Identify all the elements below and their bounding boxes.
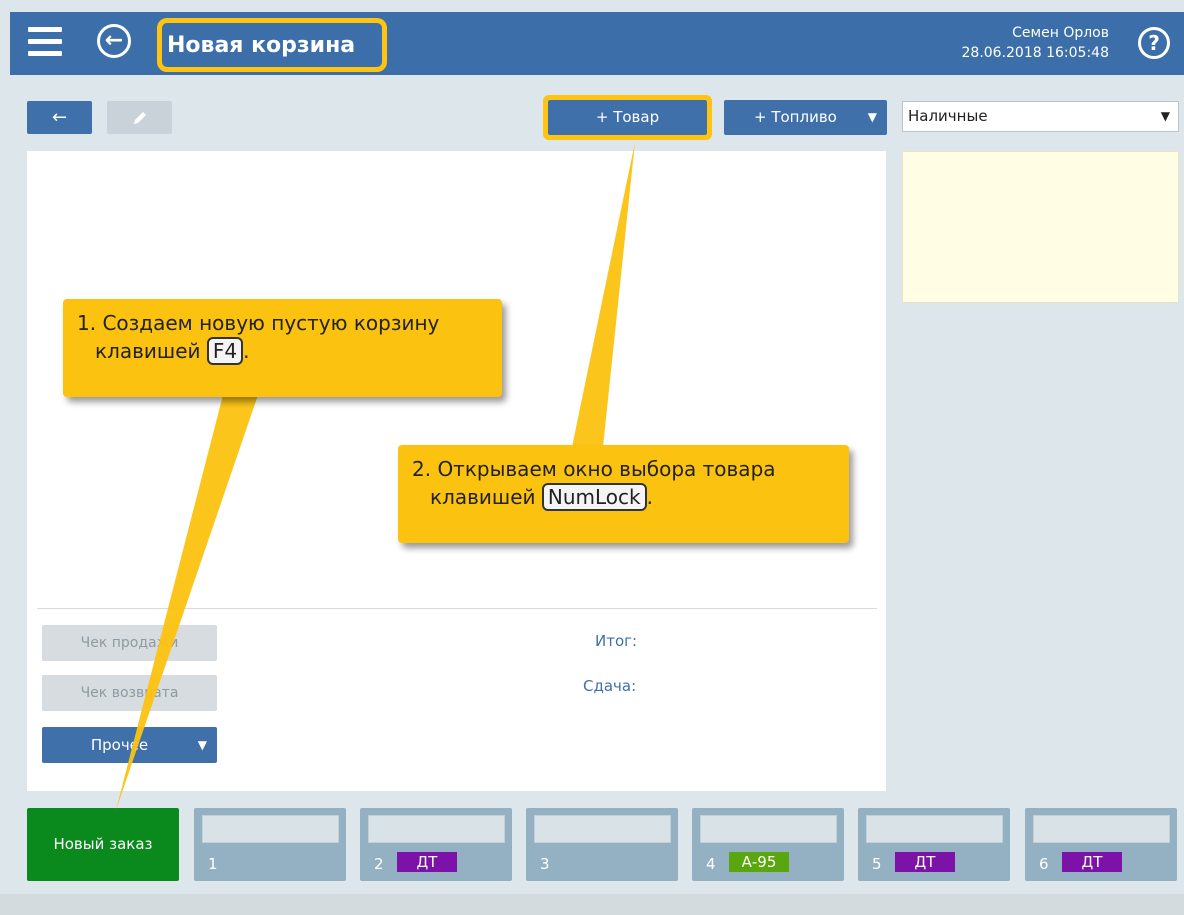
edit-button[interactable] [107, 101, 172, 134]
order-tab[interactable]: 6 ДТ [1025, 808, 1177, 881]
order-tab[interactable]: 4 А-95 [692, 808, 844, 881]
footer-strip [0, 894, 1184, 915]
order-tab-number: 5 [872, 855, 882, 873]
add-fuel-button[interactable]: + Топливо ▼ [724, 100, 887, 135]
order-tab-number: 1 [208, 855, 218, 873]
order-tab-field [534, 815, 671, 843]
order-tab-number: 4 [706, 855, 716, 873]
order-tab-number: 6 [1039, 855, 1049, 873]
callout-step2-word: клавишей [430, 485, 536, 509]
return-receipt-button[interactable]: Чек возврата [42, 675, 217, 711]
more-actions-label: Прочее [90, 736, 149, 754]
payment-method-value: Наличные [908, 107, 988, 125]
back-button[interactable]: ← [27, 101, 92, 134]
page-title: Новая корзина [167, 33, 356, 58]
key-f4: F4 [206, 337, 244, 365]
cart-divider [37, 608, 877, 609]
callout-step2-line2: клавишей NumLock. [412, 483, 835, 511]
order-tab[interactable]: 5 ДТ [858, 808, 1010, 881]
order-tab-field [202, 815, 339, 843]
total-label: Итог: [595, 632, 638, 650]
order-tab[interactable]: 2 ДТ [360, 808, 512, 881]
fuel-badge: ДТ [397, 852, 457, 872]
pencil-icon [134, 112, 146, 124]
order-tab-number: 3 [540, 855, 550, 873]
tutorial-callout-step2: 2. Открываем окно выбора товара клавишей… [398, 445, 849, 543]
order-tab[interactable]: 1 [194, 808, 346, 881]
fuel-badge: ДТ [1062, 852, 1122, 872]
order-tab-field [368, 815, 505, 843]
order-tab-field [1033, 815, 1170, 843]
current-datetime: 28.06.2018 16:05:48 [961, 45, 1110, 61]
sale-receipt-button[interactable]: Чек продажи [42, 625, 217, 661]
order-tab[interactable]: 3 [526, 808, 678, 881]
tutorial-callout-step1: 1. Создаем новую пустую корзину клавишей… [63, 299, 502, 397]
help-circle-icon[interactable]: ? [1138, 27, 1170, 59]
key-numlock: NumLock [541, 483, 647, 511]
chevron-down-icon: ▼ [197, 738, 207, 752]
order-tab-number: 2 [374, 855, 384, 873]
payment-method-select[interactable]: Наличные ▼ [902, 101, 1179, 132]
add-fuel-label: + Топливо [754, 108, 837, 126]
fuel-badge: А-95 [729, 852, 789, 872]
fuel-badge: ДТ [895, 852, 955, 872]
callout-step2-tail: . [646, 485, 653, 509]
callout-step1-tail: . [243, 339, 250, 363]
new-order-tab[interactable]: Новый заказ [27, 808, 179, 881]
order-tab-field [866, 815, 1003, 843]
callout-step1-word: клавишей [95, 339, 201, 363]
callout-step1-line1: 1. Создаем новую пустую корзину [77, 311, 440, 335]
more-actions-button[interactable]: Прочее ▼ [42, 727, 217, 763]
order-tab-field [700, 815, 837, 843]
callout-step2-line1: 2. Открываем окно выбора товара [412, 457, 776, 481]
add-product-button[interactable]: + Товар [548, 100, 707, 135]
change-label: Сдача: [583, 677, 637, 695]
hamburger-icon[interactable] [28, 27, 62, 59]
chevron-down-icon: ▼ [867, 110, 877, 124]
user-name: Семен Орлов [1012, 25, 1109, 41]
note-panel [902, 151, 1179, 303]
back-circle-icon[interactable]: ← [97, 24, 131, 58]
callout-step1-line2: клавишей F4. [77, 337, 488, 365]
chevron-down-icon: ▼ [1160, 109, 1170, 123]
